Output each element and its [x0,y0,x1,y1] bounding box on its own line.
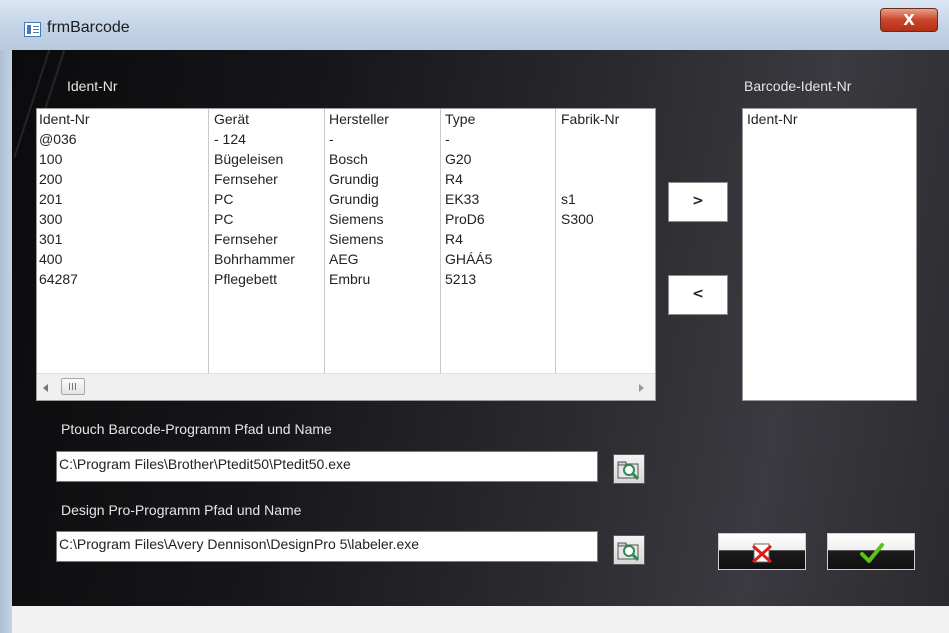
list-item[interactable]: 64287 Pflegebett Embru 5213 [37,270,655,290]
list-item[interactable]: 300 PC Siemens ProD6 S300 [37,210,655,230]
designpro-label: Design Pro-Programm Pfad und Name [61,502,302,518]
status-area [12,606,949,633]
list-item[interactable]: 400 Bohrhammer AEG GHÁÁ5 [37,250,655,270]
close-button[interactable]: X [880,8,938,32]
cell-ident: 300 [39,211,63,227]
form-icon [24,22,41,37]
cell-geraet: PC [214,191,234,207]
magnifier-folder-icon [617,461,640,481]
cell-geraet: Pflegebett [214,271,278,287]
cell-type: ProD6 [445,211,485,227]
list-item[interactable]: 100 Bügeleisen Bosch G20 [37,150,655,170]
cell-hersteller: Embru [329,271,371,287]
cancel-button[interactable] [718,533,806,570]
column-header: Gerät [214,111,250,127]
barcode-listbox[interactable]: Ident-Nr [742,108,917,401]
column-header: Ident-Nr [747,111,798,127]
cell-type: 5213 [445,271,477,287]
cell-type: EK33 [445,191,480,207]
cell-hersteller: Siemens [329,211,384,227]
scroll-left-icon[interactable] [43,384,48,392]
list-item[interactable]: 301 Fernseher Siemens R4 [37,230,655,250]
cell-geraet: PC [214,211,234,227]
magnifier-folder-icon [617,542,640,562]
ptouch-label: Ptouch Barcode-Programm Pfad und Name [61,421,332,437]
title-bar: frmBarcode X [0,0,949,50]
cell-ident: 201 [39,191,63,207]
cell-type: R4 [445,231,463,247]
ident-listbox[interactable]: Ident-Nr Gerät Hersteller Type Fabrik-Nr… [36,108,656,401]
cell-type: - [445,131,450,147]
cell-ident: 100 [39,151,63,167]
cell-hersteller: AEG [329,251,359,267]
ptouch-path-field[interactable]: C:\Program Files\Brother\Ptedit50\Ptedit… [56,451,598,482]
cell-geraet: Bügeleisen [214,151,284,167]
cell-hersteller: - [329,131,334,147]
red-x-icon [752,543,772,564]
list-item[interactable]: 201 PC Grundig EK33 s1 [37,190,655,210]
cell-geraet: Bohrhammer [214,251,295,267]
cell-hersteller: Siemens [329,231,384,247]
designpro-browse-button[interactable] [613,535,645,565]
cell-hersteller: Grundig [329,171,379,187]
list-item[interactable]: @036 - 124 - - [37,130,655,150]
cell-ident: 200 [39,171,63,187]
ident-list-label: Ident-Nr [67,78,118,94]
cell-hersteller: Grundig [329,191,379,207]
cell-geraet: Fernseher [214,231,278,247]
cell-ident: 64287 [39,271,78,287]
cell-hersteller: Bosch [329,151,368,167]
list-header-row: Ident-Nr Gerät Hersteller Type Fabrik-Nr [37,110,655,130]
column-header: Fabrik-Nr [561,111,620,127]
cell-type: G20 [445,151,472,167]
cell-fabrik: s1 [561,191,576,207]
designpro-path-field[interactable]: C:\Program Files\Avery Dennison\DesignPr… [56,531,598,562]
green-check-icon [860,543,884,563]
ptouch-browse-button[interactable] [613,454,645,484]
cell-ident: @036 [39,131,77,147]
cell-type: GHÁÁ5 [445,251,493,267]
column-header: Hersteller [329,111,389,127]
scroll-right-icon[interactable] [639,384,644,392]
cell-ident: 301 [39,231,63,247]
remove-from-barcode-button[interactable]: < [668,275,728,315]
grip-icon [69,383,70,390]
cell-type: R4 [445,171,463,187]
window-frame [0,50,12,633]
column-header: Ident-Nr [39,111,90,127]
add-to-barcode-button[interactable]: > [668,182,728,222]
scroll-thumb[interactable] [61,378,85,395]
ok-button[interactable] [827,533,915,570]
horizontal-scrollbar[interactable] [37,373,655,400]
cell-ident: 400 [39,251,63,267]
cell-fabrik: S300 [561,211,594,227]
cell-geraet: Fernseher [214,171,278,187]
barcode-list-label: Barcode-Ident-Nr [744,78,852,94]
cell-geraet: - 124 [214,131,246,147]
list-item[interactable]: 200 Fernseher Grundig R4 [37,170,655,190]
column-header: Type [445,111,476,127]
window-title: frmBarcode [47,19,130,36]
